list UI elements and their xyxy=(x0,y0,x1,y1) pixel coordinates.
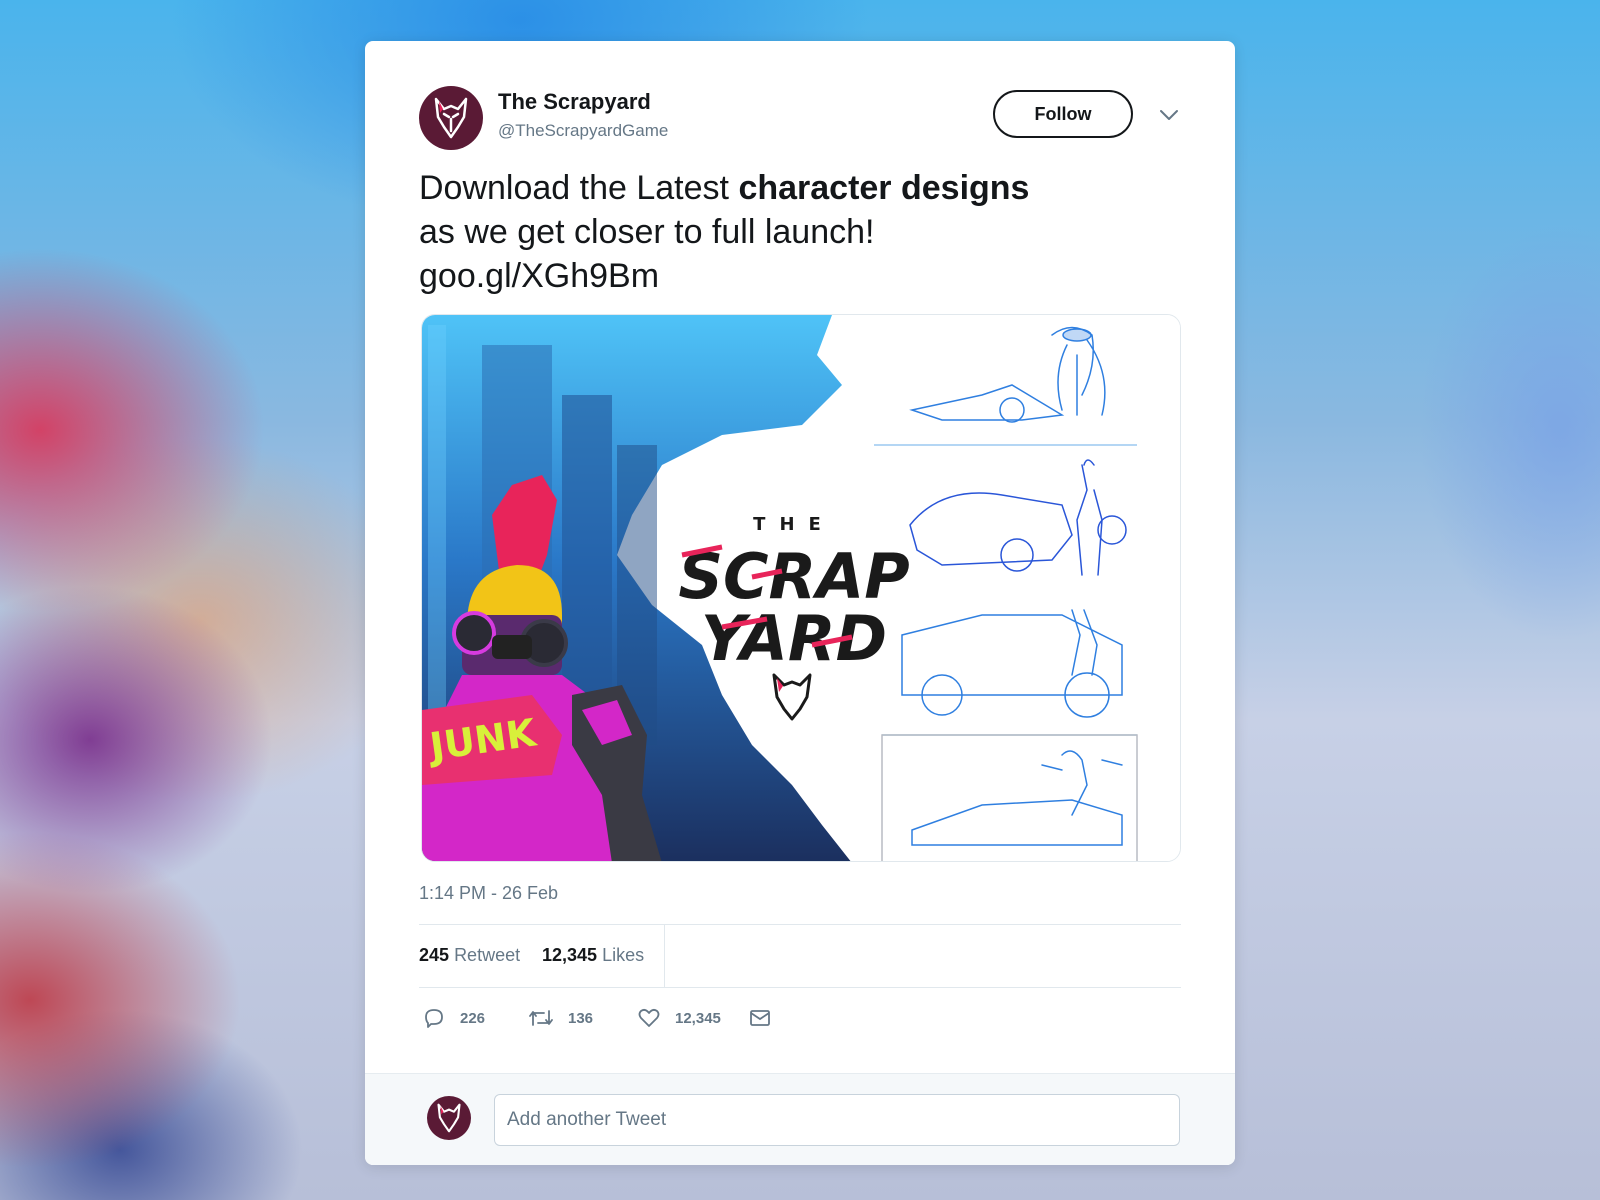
reply-footer xyxy=(365,1073,1235,1165)
reply-input[interactable] xyxy=(494,1094,1180,1146)
heart-icon xyxy=(638,1008,660,1027)
likes-stat-label: Likes xyxy=(602,945,645,965)
tweet-link[interactable]: goo.gl/XGh9Bm xyxy=(419,254,1179,298)
tweet-line-1: Download the Latest character designs xyxy=(419,166,1179,210)
retweet-count: 136 xyxy=(568,1009,594,1027)
tweet-timestamp[interactable]: 1:14 PM - 26 Feb xyxy=(419,883,558,904)
reply-action[interactable]: 226 xyxy=(422,1004,485,1032)
logo-text-the: THE xyxy=(753,514,835,535)
direct-message-action[interactable] xyxy=(748,1004,772,1032)
retweets-stat-count: 245 xyxy=(419,945,450,965)
likes-stat-count: 12,345 xyxy=(542,945,598,965)
retweet-action[interactable]: 136 xyxy=(528,1004,593,1032)
follow-button[interactable]: Follow xyxy=(993,90,1133,138)
like-count: 12,345 xyxy=(675,1009,721,1027)
avatar[interactable] xyxy=(419,86,483,150)
logo-text-yard: YARD xyxy=(701,602,887,675)
like-action[interactable]: 12,345 xyxy=(637,1004,721,1032)
envelope-icon xyxy=(750,1010,770,1026)
wolf-logo-icon xyxy=(434,97,468,139)
avatar[interactable] xyxy=(427,1096,471,1140)
divider xyxy=(419,987,1181,988)
tweet-text-part1: Download the Latest xyxy=(419,169,739,207)
retweet-icon xyxy=(529,1010,553,1026)
chevron-down-icon[interactable] xyxy=(1158,105,1180,125)
likes-stat[interactable]: 12,345 Likes xyxy=(542,945,644,966)
reply-icon xyxy=(425,1009,443,1028)
reply-count: 226 xyxy=(460,1009,486,1027)
tweet-card: The Scrapyard @TheScrapyardGame Follow D… xyxy=(365,41,1235,1165)
tweet-line-2: as we get closer to full launch! xyxy=(419,213,875,251)
retweets-stat-label: Retweet xyxy=(454,945,521,965)
divider xyxy=(419,924,1181,925)
tweet-media-image[interactable]: JUNK THE SCRAP YARD xyxy=(421,314,1181,862)
tweet-text: Download the Latest character designs as… xyxy=(419,166,1179,298)
character-art: JUNK THE SCRAP YARD xyxy=(422,315,1180,861)
tweet-text-bold: character designs xyxy=(738,169,1030,207)
account-name[interactable]: The Scrapyard xyxy=(498,89,651,115)
account-handle[interactable]: @TheScrapyardGame xyxy=(498,121,668,141)
wolf-logo-icon xyxy=(437,1103,461,1133)
stats-divider xyxy=(664,925,665,987)
retweets-stat[interactable]: 245 Retweet xyxy=(419,945,520,966)
